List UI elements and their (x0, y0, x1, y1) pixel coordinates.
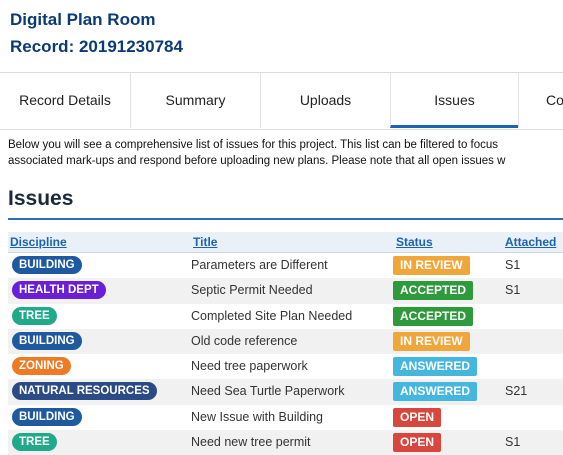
column-header-attached[interactable]: Attached (505, 235, 556, 249)
status-badge: ACCEPTED (393, 306, 474, 326)
status-badge: IN REVIEW (393, 256, 470, 275)
issue-title[interactable]: Old code reference (191, 334, 297, 348)
tab-issues[interactable]: Issues (390, 73, 518, 128)
status-badge: ANSWERED (393, 382, 478, 402)
table-body: BUILDING Parameters are Different IN REVIE… (8, 253, 563, 455)
tab-uploads[interactable]: Uploads (260, 73, 390, 128)
column-header-title[interactable]: Title (193, 235, 217, 249)
discipline-badge: TREE (12, 306, 57, 325)
status-badge: IN REVIEW (393, 331, 470, 351)
discipline-badge: ZONING (12, 357, 71, 376)
issue-title[interactable]: Need tree paperwork (191, 359, 308, 373)
status-badge: OPEN (393, 407, 442, 427)
record-tabs: Record Details Summary Uploads Issues Co (0, 72, 563, 130)
status-badge: ANSWERED (393, 357, 478, 377)
discipline-badge: BUILDING (12, 407, 82, 426)
attached-sheet: S21 (505, 384, 528, 399)
table-row[interactable]: NATURAL RESOURCES Need Sea Turtle Paperwo… (8, 379, 563, 405)
discipline-badge: BUILDING (12, 256, 82, 274)
table-row[interactable]: BUILDING Old code reference IN REVIEW (8, 328, 563, 355)
tab-record-details[interactable]: Record Details (0, 73, 130, 128)
discipline-badge: NATURAL RESOURCES (12, 382, 157, 401)
table-row[interactable]: BUILDING Parameters are Different IN REVIE… (8, 253, 563, 278)
issue-title[interactable]: Need new tree permit (191, 435, 311, 449)
table-row[interactable]: BUILDING New Issue with Building OPEN (8, 405, 563, 430)
record-title: Record: 20191230784 (10, 37, 183, 56)
issues-heading: Issues (8, 187, 74, 210)
issue-title[interactable]: Completed Site Plan Needed (191, 309, 352, 323)
intro-line-1: Below you will see a comprehensive list … (8, 139, 499, 151)
tab-conditions[interactable]: Co (518, 73, 563, 128)
table-row[interactable]: HEALTH DEPT Septic Permit Needed ACCEPTED S… (8, 278, 563, 304)
table-header: Discipline Title Status Attached (8, 232, 563, 253)
issue-title[interactable]: Septic Permit Needed (191, 283, 313, 297)
table-row[interactable]: ZONING Need tree paperwork ANSWERED (8, 354, 563, 379)
attached-sheet: S1 (505, 283, 521, 298)
table-row[interactable]: TREE Completed Site Plan Needed ACCEPTED (8, 304, 563, 329)
issue-title[interactable]: Parameters are Different (191, 258, 328, 272)
status-badge: ACCEPTED (393, 281, 474, 301)
issue-title[interactable]: Need Sea Turtle Paperwork (191, 384, 345, 398)
section-divider (8, 218, 563, 220)
discipline-badge: BUILDING (12, 331, 82, 350)
discipline-badge: TREE (12, 433, 57, 452)
attached-sheet: S1 (505, 258, 521, 272)
issues-table: Discipline Title Status Attached BUILDIN… (8, 232, 563, 455)
tab-summary[interactable]: Summary (130, 73, 260, 128)
column-header-discipline[interactable]: Discipline (10, 235, 67, 249)
intro-text: Below you will see a comprehensive list … (8, 137, 563, 169)
status-badge: OPEN (393, 433, 442, 453)
issue-title[interactable]: New Issue with Building (191, 410, 323, 424)
column-header-status[interactable]: Status (396, 235, 433, 249)
attached-sheet: S1 (505, 435, 521, 450)
intro-line-2: associated mark-ups and respond before u… (8, 155, 506, 167)
discipline-badge: HEALTH DEPT (12, 281, 106, 300)
app-title: Digital Plan Room (10, 10, 156, 29)
record-header: Digital Plan Room Record: 20191230784 (0, 0, 563, 72)
table-row[interactable]: TREE Need new tree permit OPEN S1 (8, 430, 563, 455)
